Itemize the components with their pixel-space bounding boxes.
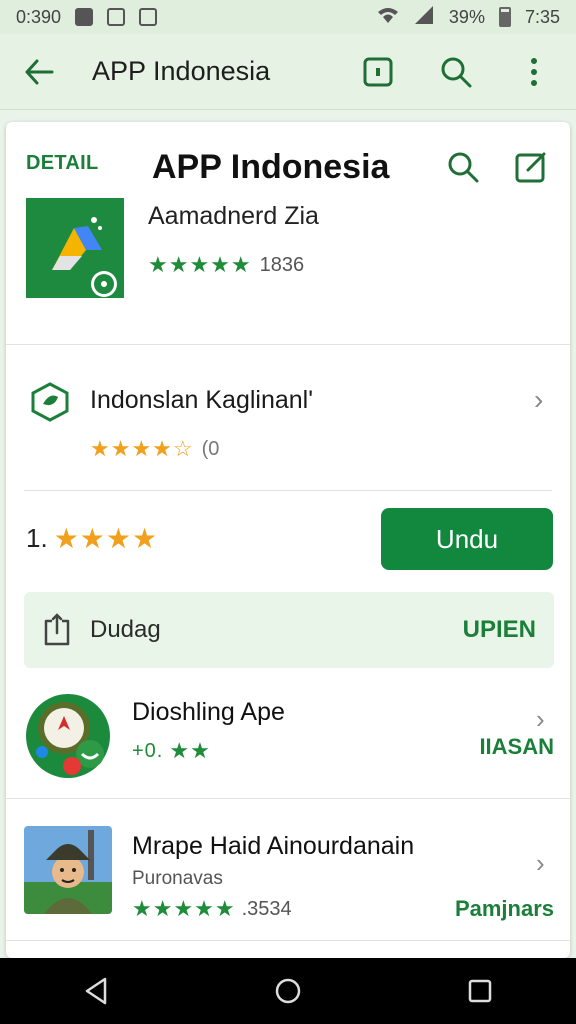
rating-count: (0 xyxy=(201,437,220,460)
score-row: 1. ★★★★ xyxy=(26,522,158,555)
app-subtitle: Aamadnerd Zia xyxy=(148,202,319,230)
developer-name[interactable]: Indonslan Kaglinanl' xyxy=(90,386,313,415)
chevron-right-icon[interactable]: › xyxy=(536,848,545,879)
edit-icon[interactable] xyxy=(514,150,548,184)
square-recents-icon xyxy=(468,979,492,1003)
image-notification-icon xyxy=(107,8,126,26)
app-detail-card: DETAIL APP Indonesia Aamadnerd Zia ★★★★★… xyxy=(6,122,570,958)
divider xyxy=(24,490,552,491)
rating-stars: ★★★★★ xyxy=(148,252,252,277)
rating-count: .3534 xyxy=(241,897,292,920)
chevron-right-icon[interactable]: › xyxy=(534,384,543,416)
divider xyxy=(6,344,570,345)
list-item-action[interactable]: IIASAN xyxy=(479,734,554,760)
score-value: 1. xyxy=(26,523,48,553)
battery-icon xyxy=(498,7,511,27)
toolbar-title: APP Indonesia xyxy=(92,56,271,86)
app-icon xyxy=(24,826,112,914)
section-label: DETAIL xyxy=(26,152,99,174)
rating-stars: ★★ xyxy=(169,738,211,763)
divider xyxy=(6,940,570,941)
triangle-back-icon xyxy=(85,977,107,1005)
nav-recents-button[interactable] xyxy=(450,961,510,1021)
status-time-left: 0:390 xyxy=(16,6,62,27)
promo-banner[interactable]: Dudag UPIEN xyxy=(24,592,554,668)
list-item-rating: +0. ★★ xyxy=(132,738,211,764)
rating-prefix: +0. xyxy=(132,739,164,762)
back-button[interactable] xyxy=(14,47,64,97)
developer-rating: ★★★★☆ (0 xyxy=(90,436,219,462)
status-time-right: 7:35 xyxy=(524,6,560,27)
notification-icon xyxy=(75,8,94,26)
app-title: APP Indonesia xyxy=(152,148,390,186)
list-item-title: Mrape Haid Ainourdanain xyxy=(132,832,415,860)
more-vert-icon xyxy=(531,57,537,86)
search-icon xyxy=(441,57,472,87)
rating-count: 1836 xyxy=(259,253,305,276)
circle-home-icon xyxy=(275,978,301,1004)
system-nav-bar xyxy=(0,958,576,1024)
list-item-action[interactable]: Pamjnars xyxy=(455,896,554,922)
app-icon xyxy=(24,692,112,780)
list-item[interactable]: Dioshling Ape +0. ★★ › IIASAN xyxy=(6,678,570,796)
install-button[interactable]: Undu xyxy=(381,508,553,570)
promo-label: Dudag xyxy=(90,616,161,643)
app-icon xyxy=(26,198,124,298)
signal-icon xyxy=(413,5,435,29)
share-icon xyxy=(44,613,70,646)
search-icon[interactable] xyxy=(446,150,480,184)
app-rating: ★★★★★ 1836 xyxy=(148,252,304,278)
list-item[interactable]: Mrape Haid Ainourdanain Puronavas ★★★★★ … xyxy=(6,812,570,930)
app-notification-icon xyxy=(139,8,158,26)
open-in-icon xyxy=(363,57,393,86)
rating-stars: ★★★★☆ xyxy=(90,436,194,461)
nav-home-button[interactable] xyxy=(258,961,318,1021)
nav-back-button[interactable] xyxy=(66,961,126,1021)
back-arrow-icon xyxy=(25,59,54,84)
list-item-rating: ★★★★★ .3534 xyxy=(132,896,292,922)
divider xyxy=(6,798,570,799)
list-item-title: Dioshling Ape xyxy=(132,698,285,726)
battery-percent: 39% xyxy=(448,6,485,27)
wifi-icon xyxy=(377,6,399,29)
rating-stars: ★★★★★ xyxy=(132,896,236,921)
chevron-right-icon[interactable]: › xyxy=(536,704,545,735)
developer-shield-icon xyxy=(31,382,69,422)
score-stars: ★★★★ xyxy=(53,523,159,554)
open-button[interactable] xyxy=(350,44,406,100)
status-bar: 0:390 39% 7:35 xyxy=(0,0,576,34)
more-options-button[interactable] xyxy=(506,44,562,100)
app-toolbar: APP Indonesia xyxy=(0,34,576,110)
list-item-subtitle: Puronavas xyxy=(132,868,223,889)
search-button[interactable] xyxy=(428,44,484,100)
promo-action-button[interactable]: UPIEN xyxy=(463,616,536,644)
